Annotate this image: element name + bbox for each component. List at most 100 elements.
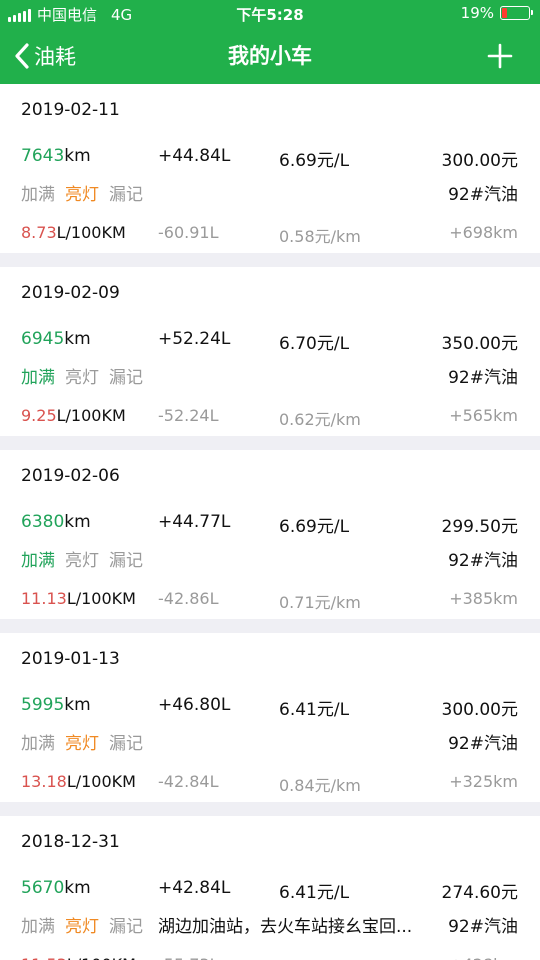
record-stats-row: 11.13L/100KM -42.86L 0.71元/km +385km	[0, 589, 540, 613]
record-stats-row: 11.53L/100KM -55.73L 0.75元/km +428km	[0, 955, 540, 960]
record-main-row: 5670km +42.84L 6.41元/L 274.60元	[0, 878, 540, 903]
fuel-volume: +52.24L	[158, 329, 231, 349]
tag-fill-up: 加满	[21, 185, 55, 205]
tag-warning-light: 亮灯	[65, 917, 99, 937]
fuel-type: 92#汽油	[448, 368, 518, 388]
record-tags: 加满 亮灯 漏记	[21, 546, 153, 571]
mileage-value: 6380	[21, 512, 65, 532]
battery-percent: 19%	[460, 4, 494, 22]
amount: 299.50元	[441, 517, 518, 537]
consumption-unit: L/100KM	[67, 955, 136, 960]
consumption: 11.13L/100KM	[21, 589, 136, 608]
unit-price: 6.41元/L	[279, 700, 350, 720]
record-date: 2018-12-31	[21, 832, 120, 852]
tag-missed-record: 漏记	[109, 551, 143, 571]
mileage-value: 6945	[21, 329, 65, 349]
consumption-unit: L/100KM	[66, 589, 136, 608]
record-main-row: 7643km +44.84L 6.69元/L 300.00元	[0, 146, 540, 171]
cost-per-km: 0.84元/km	[279, 776, 361, 795]
back-label: 油耗	[34, 45, 76, 69]
mileage-unit: km	[64, 878, 91, 898]
cost-per-km: 0.75元/km	[279, 955, 361, 960]
tag-missed-record: 漏记	[109, 917, 143, 937]
record-note: 湖边加油站，去火车站接幺宝回...	[158, 917, 413, 937]
fuel-volume: +44.77L	[158, 512, 231, 532]
nav-bar: 油耗 我的小车	[0, 28, 540, 84]
amount: 300.00元	[441, 700, 518, 720]
volume-delta: -55.73L	[158, 955, 219, 960]
tag-fill-up: 加满	[21, 551, 55, 571]
refuel-record-list: 2019-02-11 7643km +44.84L 6.69元/L 300.00…	[0, 84, 540, 960]
mileage-unit: km	[64, 695, 91, 715]
mileage-unit: km	[64, 329, 91, 349]
tag-missed-record: 漏记	[109, 368, 143, 388]
battery-icon	[500, 6, 533, 20]
fuel-volume: +42.84L	[158, 878, 231, 898]
consumption-value: 13.18	[21, 772, 67, 791]
mileage-value: 5670	[21, 878, 65, 898]
tag-fill-up: 加满	[21, 368, 55, 388]
add-record-button[interactable]	[486, 42, 514, 70]
record-tag-row: 加满 亮灯 漏记 92#汽油	[0, 363, 540, 388]
refuel-record-card[interactable]: 2018-12-31 5670km +42.84L 6.41元/L 274.60…	[0, 816, 540, 960]
tag-missed-record: 漏记	[109, 734, 143, 754]
tag-fill-up: 加满	[21, 917, 55, 937]
unit-price: 6.69元/L	[279, 151, 350, 171]
record-tags: 加满 亮灯 漏记	[21, 180, 153, 205]
mileage-unit: km	[64, 146, 91, 166]
consumption-value: 11.13	[21, 589, 67, 608]
refuel-record-card[interactable]: 2019-01-13 5995km +46.80L 6.41元/L 300.00…	[0, 633, 540, 802]
record-main-row: 5995km +46.80L 6.41元/L 300.00元	[0, 695, 540, 720]
fuel-volume: +46.80L	[158, 695, 231, 715]
tag-warning-light: 亮灯	[65, 734, 99, 754]
record-tag-row: 加满 亮灯 漏记 湖边加油站，去火车站接幺宝回... 92#汽油	[0, 912, 540, 937]
mileage-value: 5995	[21, 695, 65, 715]
refuel-record-card[interactable]: 2019-02-09 6945km +52.24L 6.70元/L 350.00…	[0, 267, 540, 436]
refuel-record-card[interactable]: 2019-02-06 6380km +44.77L 6.69元/L 299.50…	[0, 450, 540, 619]
volume-delta: -42.86L	[158, 589, 219, 608]
fuel-volume: +44.84L	[158, 146, 231, 166]
mileage: 5995km	[21, 695, 91, 715]
amount: 350.00元	[441, 334, 518, 354]
fuel-type: 92#汽油	[448, 917, 518, 937]
status-right: 19%	[460, 4, 533, 22]
mileage: 7643km	[21, 146, 91, 166]
record-stats-row: 13.18L/100KM -42.84L 0.84元/km +325km	[0, 772, 540, 796]
mileage: 5670km	[21, 878, 91, 898]
distance-delta: +565km	[449, 406, 518, 425]
consumption-value: 8.73	[21, 223, 57, 242]
record-tag-row: 加满 亮灯 漏记 92#汽油	[0, 546, 540, 571]
distance-delta: +325km	[449, 772, 518, 791]
amount: 300.00元	[441, 151, 518, 171]
tag-missed-record: 漏记	[109, 185, 143, 205]
status-time: 下午5:28	[236, 6, 304, 24]
unit-price: 6.70元/L	[279, 334, 350, 354]
record-tags: 加满 亮灯 漏记	[21, 729, 153, 754]
tag-warning-light: 亮灯	[65, 368, 99, 388]
record-tag-row: 加满 亮灯 漏记 92#汽油	[0, 180, 540, 205]
volume-delta: -42.84L	[158, 772, 219, 791]
record-main-row: 6945km +52.24L 6.70元/L 350.00元	[0, 329, 540, 354]
consumption-unit: L/100KM	[56, 406, 126, 425]
fuel-type: 92#汽油	[448, 185, 518, 205]
fuel-type: 92#汽油	[448, 734, 518, 754]
unit-price: 6.69元/L	[279, 517, 350, 537]
record-main-row: 6380km +44.77L 6.69元/L 299.50元	[0, 512, 540, 537]
tag-fill-up: 加满	[21, 734, 55, 754]
refuel-record-card[interactable]: 2019-02-11 7643km +44.84L 6.69元/L 300.00…	[0, 84, 540, 253]
cost-per-km: 0.58元/km	[279, 227, 361, 246]
back-button[interactable]: 油耗	[14, 28, 76, 84]
chevron-left-icon	[15, 43, 29, 69]
tag-warning-light: 亮灯	[65, 185, 99, 205]
record-date: 2019-01-13	[21, 649, 120, 669]
consumption-unit: L/100KM	[56, 223, 126, 242]
record-stats-row: 9.25L/100KM -52.24L 0.62元/km +565km	[0, 406, 540, 430]
record-date: 2019-02-11	[21, 100, 120, 120]
page-title: 我的小车	[228, 44, 312, 68]
record-stats-row: 8.73L/100KM -60.91L 0.58元/km +698km	[0, 223, 540, 247]
volume-delta: -60.91L	[158, 223, 219, 242]
record-date: 2019-02-09	[21, 283, 120, 303]
consumption: 13.18L/100KM	[21, 772, 136, 791]
consumption-unit: L/100KM	[66, 772, 136, 791]
cost-per-km: 0.62元/km	[279, 410, 361, 429]
